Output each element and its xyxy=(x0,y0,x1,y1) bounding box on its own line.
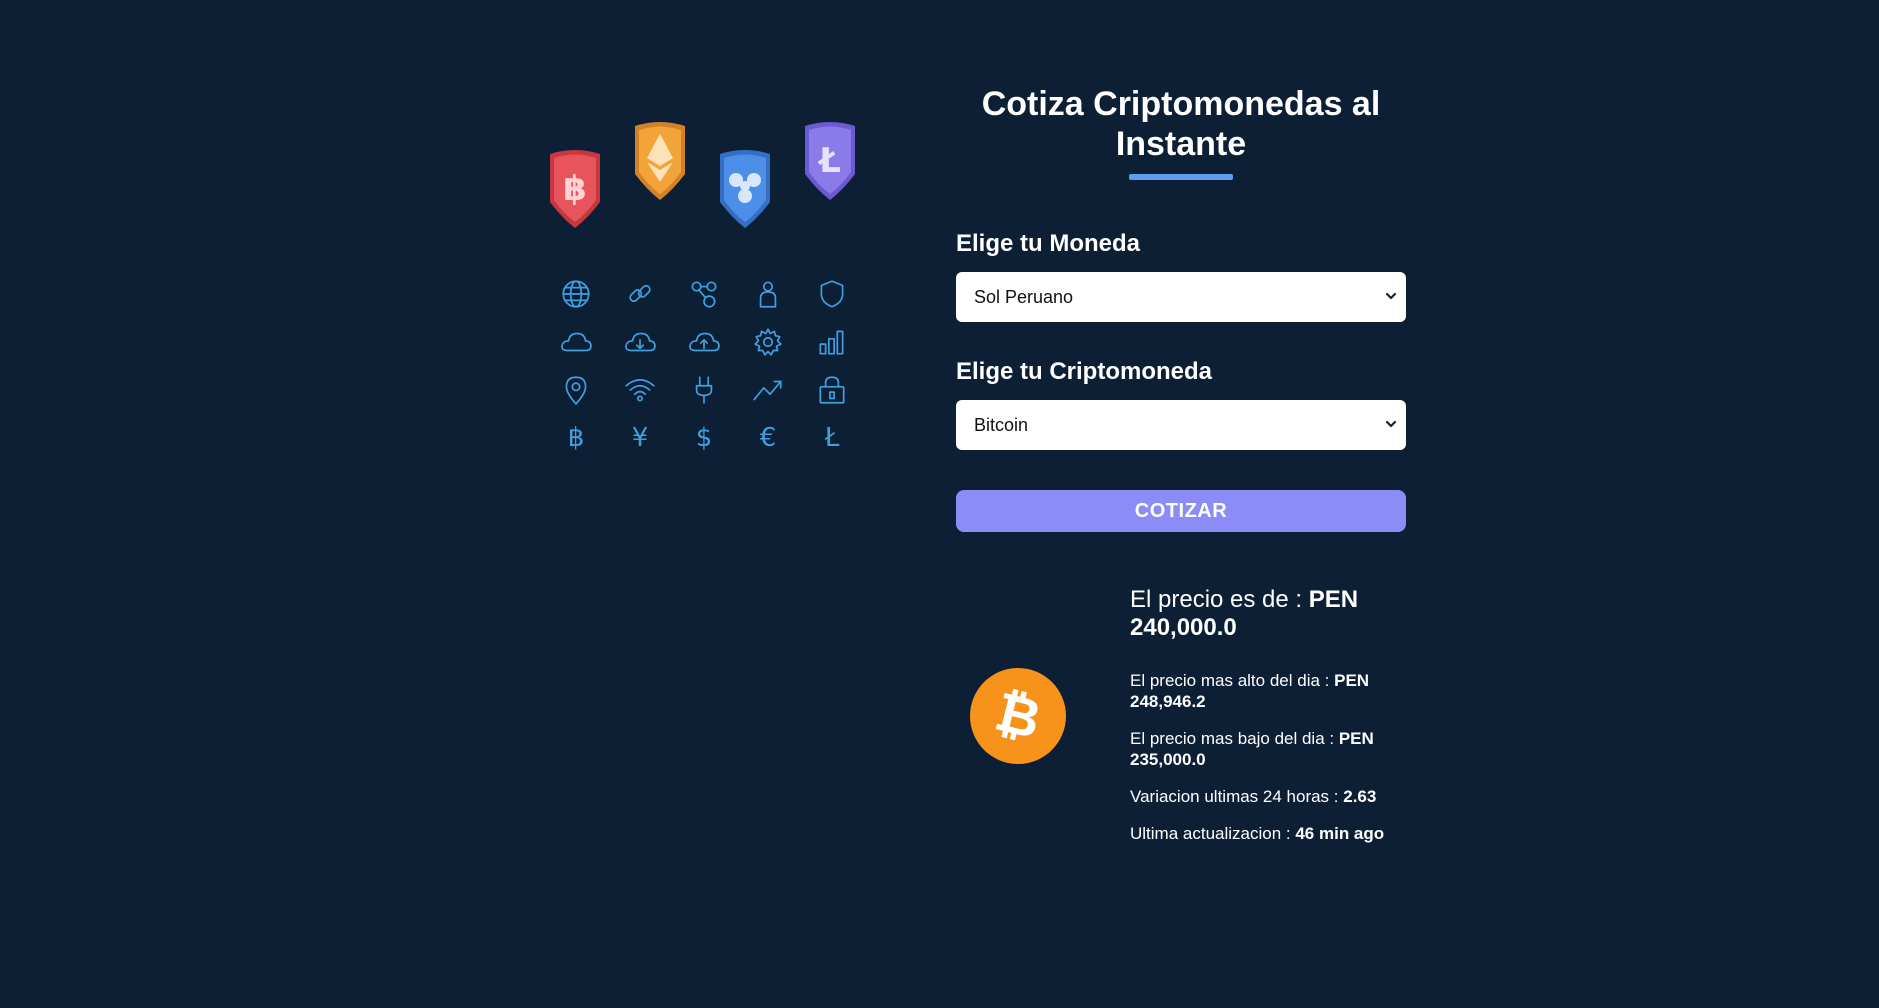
bitcoin-badge-icon: ฿ xyxy=(542,148,608,232)
lock-icon xyxy=(815,373,849,407)
litecoin-symbol-icon: Ł xyxy=(824,423,840,453)
litecoin-badge-icon: Ł xyxy=(797,120,863,204)
quote-result: ₿ El precio es de : PEN 240,000.0 El pre… xyxy=(956,586,1406,866)
currency-label: Elige tu Moneda xyxy=(956,230,1141,257)
price-current-label: El precio es de : xyxy=(1130,586,1309,613)
chevron-down-icon xyxy=(1385,420,1397,428)
euro-icon: € xyxy=(759,423,777,453)
crypto-select-value: Bitcoin xyxy=(974,414,1029,435)
price-change: Variacion ultimas 24 horas : 2.63 xyxy=(1130,786,1430,807)
price-change-value: 2.63 xyxy=(1343,787,1377,806)
icon-grid: ฿ ¥ $ € Ł xyxy=(544,270,864,462)
price-high: El precio mas alto del dia : PEN 248,946… xyxy=(1130,670,1430,712)
nodes-icon xyxy=(687,277,721,311)
last-updated-value: 46 min ago xyxy=(1295,824,1385,843)
price-current: El precio es de : PEN 240,000.0 xyxy=(1130,586,1430,642)
last-updated-label: Ultima actualizacion : xyxy=(1130,824,1296,843)
bitcoin-symbol-icon: ฿ xyxy=(567,423,585,453)
currency-select-value: Sol Peruano xyxy=(974,286,1074,307)
chevron-down-icon xyxy=(1385,292,1397,300)
cotizar-button[interactable]: COTIZAR xyxy=(956,490,1406,532)
price-low: El precio mas bajo del dia : PEN 235,000… xyxy=(1130,728,1430,770)
ethereum-badge-icon xyxy=(627,120,693,204)
svg-text:฿: ฿ xyxy=(563,169,587,209)
svg-text:Ł: Ł xyxy=(817,141,841,181)
price-low-label: El precio mas bajo del dia : xyxy=(1130,729,1339,748)
last-updated: Ultima actualizacion : 46 min ago xyxy=(1130,823,1430,844)
location-pin-icon xyxy=(559,373,593,407)
trend-up-icon xyxy=(751,373,785,407)
page-title: Cotiza Criptomonedas al Instante xyxy=(981,85,1381,163)
page: ฿ Ł ฿ ¥ $ € Ł Cotiza Criptomonedas al In… xyxy=(0,0,1879,1008)
link-icon xyxy=(623,277,657,311)
title-underline xyxy=(1129,174,1233,180)
result-details: El precio es de : PEN 240,000.0 El preci… xyxy=(1130,586,1430,860)
yen-icon: ¥ xyxy=(631,423,649,453)
crypto-illustration: ฿ Ł ฿ ¥ $ € Ł xyxy=(530,110,870,470)
cloud-upload-icon xyxy=(687,325,721,359)
currency-select[interactable]: Sol Peruano xyxy=(956,272,1406,322)
cloud-icon xyxy=(559,325,593,359)
globe-icon xyxy=(559,277,593,311)
price-change-label: Variacion ultimas 24 horas : xyxy=(1130,787,1344,806)
quote-form: Cotiza Criptomonedas al Instante Elige t… xyxy=(956,84,1406,866)
ripple-badge-icon xyxy=(712,148,778,232)
dollar-icon: $ xyxy=(695,423,713,453)
cloud-download-icon xyxy=(623,325,657,359)
wifi-icon xyxy=(623,373,657,407)
crypto-select[interactable]: Bitcoin xyxy=(956,400,1406,450)
bitcoin-coin-icon: ₿ xyxy=(968,666,1068,766)
user-icon xyxy=(751,277,785,311)
gear-icon xyxy=(751,325,785,359)
price-high-label: El precio mas alto del dia : xyxy=(1130,671,1335,690)
plug-icon xyxy=(687,373,721,407)
bar-chart-icon xyxy=(815,325,849,359)
shield-icon xyxy=(815,277,849,311)
crypto-label: Elige tu Criptomoneda xyxy=(956,358,1213,385)
